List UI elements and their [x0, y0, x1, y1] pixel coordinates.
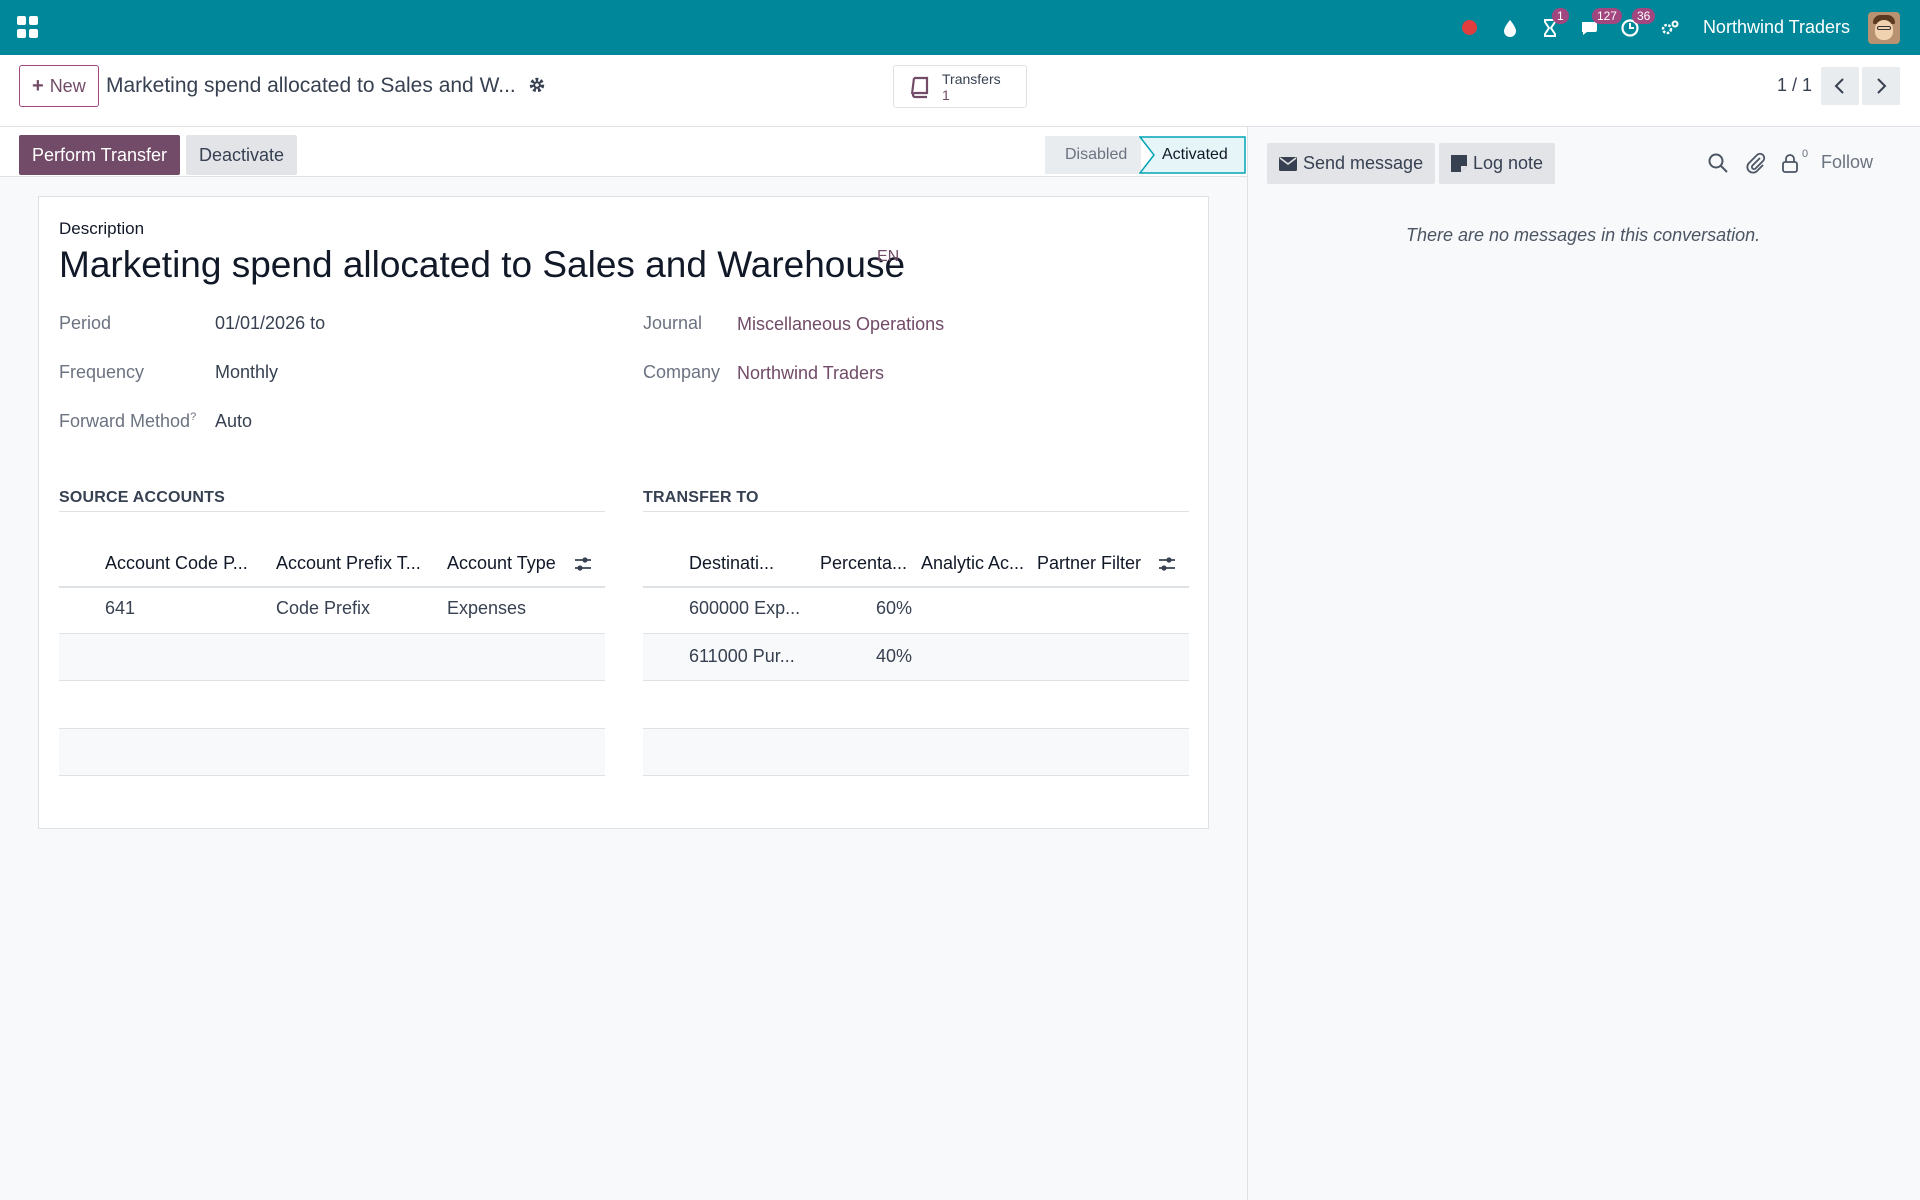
new-button-label: New: [49, 75, 86, 96]
log-note-button[interactable]: Log note: [1439, 143, 1556, 184]
pager-next-button[interactable]: [1862, 67, 1900, 105]
form-sheet: Description Marketing spend allocated to…: [38, 196, 1209, 829]
frequency-field[interactable]: Monthly: [215, 362, 278, 383]
clock-badge: 36: [1631, 7, 1656, 24]
stage-activated[interactable]: Activated: [1139, 136, 1246, 174]
chevron-left-icon: [1834, 78, 1844, 94]
column-header-partner-filter[interactable]: Partner Filter: [1037, 553, 1149, 574]
pager-value[interactable]: 1 / 1: [1777, 75, 1812, 96]
smart-button-count: 1: [942, 86, 950, 103]
cell-account-code: 641: [105, 598, 136, 618]
messages-badge: 127: [1591, 7, 1622, 24]
empty-row: [59, 634, 605, 681]
empty-row: [643, 729, 1189, 776]
send-message-button[interactable]: Send message: [1267, 143, 1436, 184]
log-note-label: Log note: [1473, 153, 1544, 173]
column-header-account-code[interactable]: Account Code P...: [105, 553, 265, 574]
cell-destination: 600000 Exp...: [689, 598, 801, 618]
recording-icon[interactable]: [1459, 17, 1481, 39]
stage-disabled[interactable]: Disabled: [1045, 136, 1141, 174]
period-label: Period: [59, 313, 112, 333]
cell-destination: 611000 Pur...: [689, 646, 795, 666]
new-button[interactable]: + New: [19, 65, 99, 107]
optional-columns-icon[interactable]: [573, 554, 593, 574]
column-header-analytic-account[interactable]: Analytic Ac...: [921, 553, 1029, 574]
form-statusbar: Perform Transfer Deactivate Disabled Act…: [0, 127, 1248, 177]
transfers-smart-button[interactable]: Transfers 1: [893, 65, 1027, 108]
description-label: Description: [59, 219, 145, 238]
user-avatar[interactable]: [1868, 11, 1900, 44]
breadcrumb-record-title: Marketing spend allocated to Sales and W…: [106, 74, 516, 97]
help-tooltip-icon[interactable]: ?: [190, 411, 196, 423]
perform-transfer-button[interactable]: Perform Transfer: [19, 135, 181, 175]
stage-activated-label: Activated: [1162, 146, 1228, 163]
row-divider: [643, 775, 1189, 776]
gear-icon[interactable]: [528, 76, 546, 94]
column-header-percentage[interactable]: Percenta...: [820, 553, 908, 574]
note-icon: [1451, 155, 1467, 172]
row-divider: [643, 680, 1189, 681]
journal-label: Journal: [643, 313, 703, 333]
source-accounts-title: SOURCE ACCOUNTS: [59, 489, 225, 506]
table-header-border: [59, 586, 605, 588]
transfer-to-table: Destinati... Percenta... Analytic Ac... …: [643, 553, 1189, 783]
source-accounts-table: Account Code P... Account Prefix T... Ac…: [59, 553, 605, 783]
navbar-systray: 1 127 36 Northwind Traders: [1441, 0, 1900, 55]
empty-row: [59, 729, 605, 776]
cell-percentage: 60%: [876, 598, 913, 618]
send-message-label: Send message: [1303, 153, 1424, 173]
transfer-to-title: TRANSFER TO: [643, 489, 759, 506]
envelope-icon: [1279, 156, 1297, 171]
row-divider: [59, 775, 605, 776]
company-label: Company: [643, 362, 721, 382]
cell-account-prefix: Code Prefix: [276, 598, 371, 618]
search-icon[interactable]: [1707, 152, 1729, 174]
drop-icon[interactable]: [1499, 17, 1521, 39]
frequency-label: Frequency: [59, 362, 145, 382]
journal-field[interactable]: Miscellaneous Operations: [737, 314, 944, 335]
follow-button[interactable]: Follow: [1821, 152, 1873, 173]
forward-method-field[interactable]: Auto: [215, 411, 252, 432]
company-field[interactable]: Northwind Traders: [737, 363, 884, 384]
column-header-destination[interactable]: Destinati...: [689, 553, 789, 574]
empty-conversation-text: There are no messages in this conversati…: [1406, 225, 1761, 245]
row-divider: [59, 680, 605, 681]
control-panel: + New Marketing spend allocated to Sales…: [0, 55, 1920, 127]
column-header-account-type[interactable]: Account Type: [447, 553, 567, 574]
chevron-right-icon: [1877, 78, 1887, 94]
smart-button-label: Transfers: [942, 70, 1001, 87]
book-icon: [910, 76, 929, 98]
period-field[interactable]: 01/01/2026 to: [215, 313, 325, 334]
followers-lock-icon[interactable]: [1779, 152, 1801, 174]
activity-badge: 1: [1551, 7, 1569, 24]
optional-columns-icon[interactable]: [1157, 554, 1177, 574]
deactivate-button[interactable]: Deactivate: [186, 135, 298, 175]
description-field[interactable]: Marketing spend allocated to Sales and W…: [59, 244, 905, 286]
paperclip-icon[interactable]: [1745, 152, 1767, 174]
cell-percentage: 40%: [876, 646, 913, 666]
table-header-border: [643, 586, 1189, 588]
chatter-divider: [1247, 127, 1248, 1200]
column-header-account-prefix[interactable]: Account Prefix T...: [276, 553, 436, 574]
divider: [643, 511, 1189, 512]
translate-button[interactable]: EN: [877, 248, 899, 266]
settings-icon[interactable]: [1659, 17, 1681, 39]
clock-icon[interactable]: 36: [1619, 7, 1656, 39]
cell-account-type: Expenses: [447, 598, 527, 618]
divider: [59, 511, 605, 512]
app-menu-icon[interactable]: [17, 16, 39, 38]
pager-previous-button[interactable]: [1821, 67, 1859, 105]
top-navbar: 1 127 36 Northwind Traders: [0, 0, 1920, 55]
messages-icon[interactable]: 127: [1579, 7, 1622, 39]
company-switcher[interactable]: Northwind Traders: [1703, 17, 1850, 38]
plus-icon: +: [32, 74, 44, 97]
followers-count: 0: [1802, 148, 1809, 160]
forward-method-label: Forward Method?: [59, 411, 197, 431]
activity-icon[interactable]: 1: [1539, 7, 1569, 39]
